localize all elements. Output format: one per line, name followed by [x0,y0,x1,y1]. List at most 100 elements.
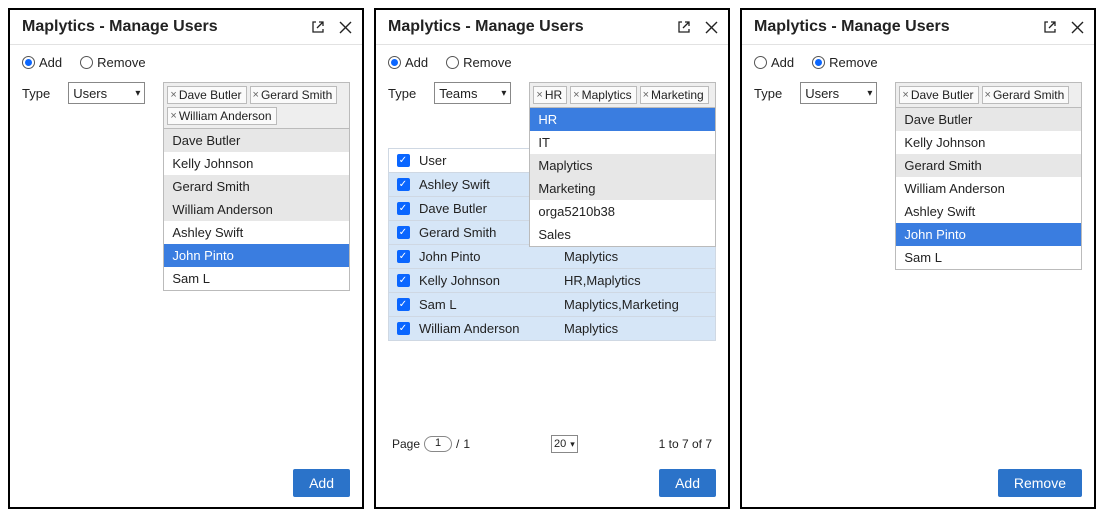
dropdown-option[interactable]: William Anderson [164,198,349,221]
dropdown-option[interactable]: Gerard Smith [164,175,349,198]
chevron-down-icon: ▾ [867,88,872,99]
chip-remove-icon[interactable]: × [536,89,542,101]
chip[interactable]: ×Gerard Smith [250,86,338,104]
type-select[interactable]: Users ▾ [800,82,877,104]
dropdown-option[interactable]: Sam L [896,246,1081,269]
radio-remove-label: Remove [829,55,877,70]
type-select[interactable]: Teams ▾ [434,82,511,104]
close-icon[interactable] [1071,21,1084,34]
add-button[interactable]: Add [659,469,716,497]
table-row[interactable]: Kelly Johnson HR,Maplytics [389,269,715,293]
type-select-value: Teams [439,86,477,101]
radio-remove[interactable]: Remove [812,55,877,70]
row-checkbox[interactable] [397,322,410,335]
chip[interactable]: ×Gerard Smith [982,86,1070,104]
chip-remove-icon[interactable]: × [573,89,579,101]
close-icon[interactable] [339,21,352,34]
select-all-checkbox[interactable] [397,154,410,167]
cell-user: William Anderson [419,321,564,336]
dropdown-option-selected[interactable]: John Pinto [896,223,1081,246]
radio-remove-input[interactable] [812,56,825,69]
team-multiselect[interactable]: ×HR ×Maplytics ×Marketing HR IT Maplytic… [529,82,716,108]
row-checkbox[interactable] [397,226,410,239]
user-multiselect[interactable]: ×Dave Butler ×Gerard Smith ×William Ande… [163,82,350,129]
popout-icon[interactable] [1043,20,1057,34]
radio-remove[interactable]: Remove [80,55,145,70]
row-checkbox[interactable] [397,178,410,191]
mode-radios: Add Remove [10,45,362,78]
cell-user: Sam L [419,297,564,312]
dropdown-option[interactable]: William Anderson [896,177,1081,200]
pager-sep: / [456,437,459,451]
user-dropdown: Dave Butler Kelly Johnson Gerard Smith W… [163,129,350,291]
cell-teams: Maplytics,Marketing [564,297,709,312]
close-icon[interactable] [705,21,718,34]
radio-add-input[interactable] [754,56,767,69]
chip-label: Marketing [651,88,704,102]
row-checkbox[interactable] [397,250,410,263]
mode-radios: Add Remove [376,45,728,78]
dropdown-option[interactable]: Dave Butler [896,108,1081,131]
page-size-select[interactable]: 20 ▾ [551,435,578,453]
table-row[interactable]: Sam L Maplytics,Marketing [389,293,715,317]
chip-remove-icon[interactable]: × [170,89,176,101]
chip[interactable]: ×Dave Butler [167,86,246,104]
dropdown-option[interactable]: Ashley Swift [896,200,1081,223]
dropdown-option[interactable]: Maplytics [530,154,715,177]
chip[interactable]: ×William Anderson [167,107,276,125]
dropdown-option[interactable]: Sales [530,223,715,246]
panel-title: Maplytics - Manage Users [22,18,218,36]
radio-remove-input[interactable] [80,56,93,69]
manage-users-panel-add-teams: Maplytics - Manage Users Add Remove Type… [374,8,730,509]
dropdown-option[interactable]: Dave Butler [164,129,349,152]
radio-remove-label: Remove [97,55,145,70]
radio-add[interactable]: Add [754,55,794,70]
manage-users-panel-add-users: Maplytics - Manage Users Add Remove Type… [8,8,364,509]
radio-add[interactable]: Add [22,55,62,70]
chip-remove-icon[interactable]: × [902,89,908,101]
remove-button[interactable]: Remove [998,469,1082,497]
page-range: 1 to 7 of 7 [659,437,712,451]
dropdown-option[interactable]: orga5210b38 [530,200,715,223]
row-checkbox[interactable] [397,298,410,311]
chip[interactable]: ×Maplytics [570,86,636,104]
dropdown-option[interactable]: IT [530,131,715,154]
table-row[interactable]: John Pinto Maplytics [389,245,715,269]
add-button[interactable]: Add [293,469,350,497]
chip-remove-icon[interactable]: × [253,89,259,101]
radio-add[interactable]: Add [388,55,428,70]
cell-user: John Pinto [419,249,564,264]
chip[interactable]: ×Dave Butler [899,86,978,104]
row-checkbox[interactable] [397,202,410,215]
dropdown-option[interactable]: Gerard Smith [896,154,1081,177]
chip[interactable]: ×Marketing [640,86,709,104]
popout-icon[interactable] [677,20,691,34]
dropdown-option[interactable]: Sam L [164,267,349,290]
dropdown-option[interactable]: Kelly Johnson [164,152,349,175]
user-multiselect[interactable]: ×Dave Butler ×Gerard Smith Dave Butler K… [895,82,1082,108]
cell-teams: Maplytics [564,321,709,336]
radio-add-input[interactable] [22,56,35,69]
dropdown-option-selected[interactable]: HR [530,108,715,131]
type-select[interactable]: Users ▾ [68,82,145,104]
dropdown-option-selected[interactable]: John Pinto [164,244,349,267]
dropdown-option[interactable]: Ashley Swift [164,221,349,244]
chip-remove-icon[interactable]: × [643,89,649,101]
dropdown-option[interactable]: Kelly Johnson [896,131,1081,154]
chip-remove-icon[interactable]: × [985,89,991,101]
radio-remove[interactable]: Remove [446,55,511,70]
chip[interactable]: ×HR [533,86,567,104]
radio-remove-input[interactable] [446,56,459,69]
row-checkbox[interactable] [397,274,410,287]
popout-icon[interactable] [311,20,325,34]
radio-add-input[interactable] [388,56,401,69]
panel-title: Maplytics - Manage Users [388,18,584,36]
chevron-down-icon: ▾ [501,88,506,99]
chip-remove-icon[interactable]: × [170,110,176,122]
type-label: Type [388,82,416,101]
page-input[interactable]: 1 [424,436,452,452]
dropdown-option[interactable]: Marketing [530,177,715,200]
panel-footer: Remove [742,461,1094,507]
table-row[interactable]: William Anderson Maplytics [389,317,715,340]
pager-label: Page [392,437,420,451]
